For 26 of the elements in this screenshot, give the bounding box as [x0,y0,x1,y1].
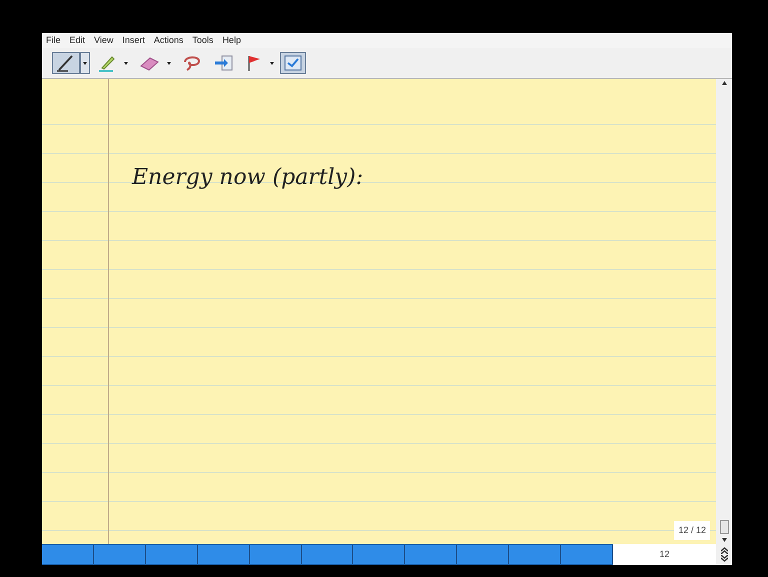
page-number: 12 [659,548,670,561]
tool-button[interactable] [52,52,80,74]
menu-item[interactable]: File [46,36,61,45]
scroll-up-icon [722,81,726,85]
menu-item[interactable]: Tools [192,36,214,45]
caret-icon [270,62,274,64]
selection-toggle-icon [284,55,302,71]
previous-page-icon[interactable] [720,547,728,554]
menu-item[interactable]: Help [222,36,241,45]
insert-space-icon [214,54,234,72]
caret-icon [124,62,128,64]
menu-item[interactable]: Insert [122,36,145,45]
menu-item[interactable]: View [94,36,114,45]
scroll-down-icon [722,538,726,542]
page-indicator: 12 / 12 [674,520,710,540]
highlighter-icon [97,54,117,72]
tool-button[interactable] [280,52,306,74]
next-page-icon[interactable] [720,555,728,562]
handwritten-note: Energy now (partly): [132,164,364,192]
dropdown-button[interactable] [80,52,90,74]
menu-item[interactable]: Edit [70,36,86,45]
lasso-icon [181,54,203,72]
caret-icon [167,62,171,64]
menu-item[interactable]: Actions [154,36,184,45]
caret-icon [83,62,87,64]
scroll-thumb[interactable] [720,520,728,534]
